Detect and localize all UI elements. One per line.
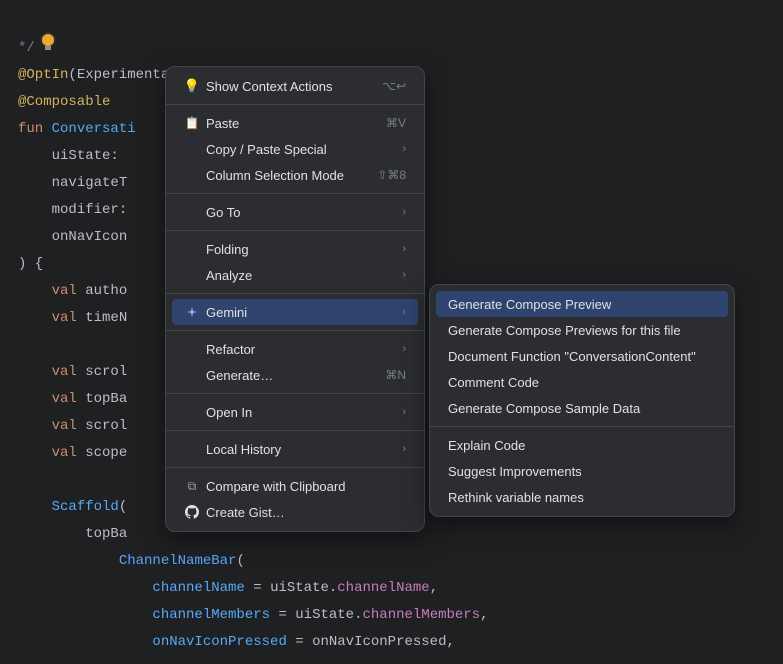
chevron-right-icon: ›	[402, 343, 406, 355]
menu-local-history[interactable]: Local History ›	[172, 436, 418, 462]
chevron-right-icon: ›	[402, 143, 406, 155]
chevron-right-icon: ›	[402, 306, 406, 318]
menu-copy-paste-special[interactable]: Copy / Paste Special ›	[172, 136, 418, 162]
separator	[430, 426, 734, 427]
chevron-right-icon: ›	[402, 243, 406, 255]
intention-bulb-icon[interactable]	[40, 32, 56, 48]
separator	[166, 330, 424, 331]
clipboard-icon: 📋	[182, 116, 202, 130]
menu-create-gist[interactable]: Create Gist…	[172, 499, 418, 525]
chevron-right-icon: ›	[402, 406, 406, 418]
menu-show-context-actions[interactable]: 💡 Show Context Actions ⌥↩	[172, 73, 418, 99]
menu-refactor[interactable]: Refactor ›	[172, 336, 418, 362]
comment-end: */	[18, 40, 35, 56]
menu-open-in[interactable]: Open In ›	[172, 399, 418, 425]
submenu-generate-previews-file[interactable]: Generate Compose Previews for this file	[436, 317, 728, 343]
menu-compare-clipboard[interactable]: ⧉ Compare with Clipboard	[172, 473, 418, 499]
separator	[166, 193, 424, 194]
submenu-generate-sample-data[interactable]: Generate Compose Sample Data	[436, 395, 728, 421]
gemini-star-icon	[182, 306, 202, 318]
chevron-right-icon: ›	[402, 443, 406, 455]
separator	[166, 293, 424, 294]
menu-paste[interactable]: 📋 Paste ⌘V	[172, 110, 418, 136]
submenu-suggest-improvements[interactable]: Suggest Improvements	[436, 458, 728, 484]
separator	[166, 467, 424, 468]
anno-optin: @OptIn	[18, 67, 68, 83]
menu-generate[interactable]: Generate… ⌘N	[172, 362, 418, 388]
chevron-right-icon: ›	[402, 269, 406, 281]
context-menu: 💡 Show Context Actions ⌥↩ 📋 Paste ⌘V Cop…	[165, 66, 425, 532]
bulb-icon: 💡	[182, 78, 202, 94]
separator	[166, 393, 424, 394]
separator	[166, 230, 424, 231]
separator	[166, 104, 424, 105]
submenu-rethink-names[interactable]: Rethink variable names	[436, 484, 728, 510]
chevron-right-icon: ›	[402, 206, 406, 218]
menu-analyze[interactable]: Analyze ›	[172, 262, 418, 288]
anno-composable: @Composable	[18, 94, 110, 110]
gemini-submenu: Generate Compose Preview Generate Compos…	[429, 284, 735, 517]
submenu-comment-code[interactable]: Comment Code	[436, 369, 728, 395]
menu-column-selection[interactable]: Column Selection Mode ⇧⌘8	[172, 162, 418, 188]
submenu-generate-compose-preview[interactable]: Generate Compose Preview	[436, 291, 728, 317]
submenu-explain-code[interactable]: Explain Code	[436, 432, 728, 458]
github-icon	[182, 505, 202, 519]
separator	[166, 430, 424, 431]
submenu-document-function[interactable]: Document Function "ConversationContent"	[436, 343, 728, 369]
menu-goto[interactable]: Go To ›	[172, 199, 418, 225]
menu-folding[interactable]: Folding ›	[172, 236, 418, 262]
compare-icon: ⧉	[182, 479, 202, 494]
menu-gemini[interactable]: Gemini ›	[172, 299, 418, 325]
